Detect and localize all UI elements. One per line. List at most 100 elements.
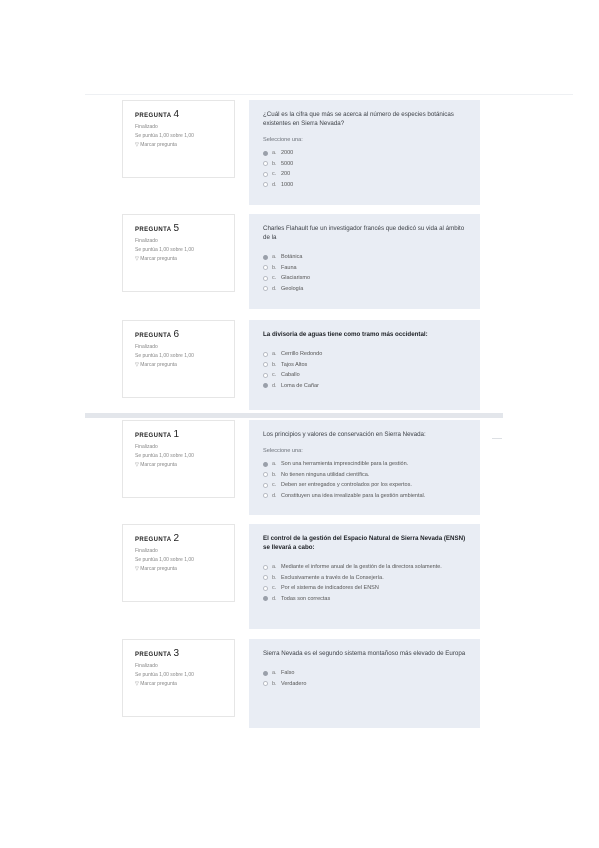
- radio-button[interactable]: [263, 681, 268, 687]
- answer-option[interactable]: b. Fauna: [263, 263, 468, 274]
- option-letter: b.: [272, 160, 277, 167]
- answer-option[interactable]: c. Deben ser entregados y controlados por…: [263, 480, 468, 491]
- radio-button[interactable]: [263, 265, 268, 271]
- radio-button[interactable]: [263, 275, 268, 281]
- flag-question-link[interactable]: ▽ Marcar pregunta: [135, 680, 224, 689]
- question-score: Se puntúa 1,00 sobre 1,00: [135, 557, 194, 563]
- radio-button[interactable]: [263, 383, 268, 389]
- radio-button[interactable]: [263, 372, 268, 378]
- answer-prompt: Seleccione una:: [263, 137, 303, 143]
- question-text: Sierra Nevada es el segundo sistema mont…: [263, 650, 466, 657]
- option-letter: b.: [272, 574, 277, 581]
- radio-button[interactable]: [263, 150, 268, 156]
- flag-question-label: Marcar pregunta: [140, 462, 177, 468]
- radio-button[interactable]: [263, 472, 268, 478]
- answer-option[interactable]: c. Por el sistema de indicadores del ENSN: [263, 583, 468, 594]
- radio-button[interactable]: [263, 585, 268, 591]
- radio-button[interactable]: [263, 254, 268, 260]
- answer-list: a. 2000 b. 5000 c. 200 d. 1000: [263, 148, 468, 190]
- answer-option[interactable]: d. 1000: [263, 180, 468, 191]
- option-text: Verdadero: [281, 680, 307, 687]
- option-text: Deben ser entregados y controlados por l…: [281, 482, 412, 489]
- answer-option[interactable]: d. Todas son correctas: [263, 594, 468, 605]
- flag-question-label: Marcar pregunta: [140, 566, 177, 572]
- answer-option[interactable]: d. Constituyen una idea irrealizable para…: [263, 491, 468, 502]
- question-text: ¿Cuál es la cifra que más se acerca al n…: [263, 111, 454, 127]
- question-label: PREGUNTA 3: [135, 648, 224, 659]
- answer-option[interactable]: b. Verdadero: [263, 679, 468, 690]
- flag-question-link[interactable]: ▽ Marcar pregunta: [135, 565, 224, 574]
- question-label: PREGUNTA 2: [135, 533, 224, 544]
- answer-option[interactable]: d. Geología: [263, 284, 468, 295]
- answer-option[interactable]: a. Mediante el informe anual de la gestió…: [263, 562, 468, 573]
- flag-question-link[interactable]: ▽ Marcar pregunta: [135, 361, 224, 370]
- question-text: La divisoria de aguas tiene como tramo m…: [263, 331, 428, 338]
- answer-option[interactable]: b. Tajos Altos: [263, 360, 468, 371]
- option-text: 5000: [281, 160, 294, 167]
- radio-button[interactable]: [263, 564, 268, 570]
- answer-option[interactable]: c. 200: [263, 169, 468, 180]
- page-break-divider: [85, 413, 503, 418]
- question-content-panel: Charles Flahault fue un investigador fra…: [249, 214, 480, 309]
- question-label: PREGUNTA 1: [135, 429, 224, 440]
- question-label: PREGUNTA 6: [135, 329, 224, 340]
- radio-button[interactable]: [263, 182, 268, 188]
- option-text: Todas son correctas: [281, 595, 331, 602]
- answer-option[interactable]: a. 2000: [263, 148, 468, 159]
- radio-button[interactable]: [263, 482, 268, 488]
- flag-question-label: Marcar pregunta: [140, 681, 177, 687]
- answer-option[interactable]: b. 5000: [263, 159, 468, 170]
- question-status: Finalizado: [135, 344, 158, 350]
- answer-list: a. Cerrillo Redondo b. Tajos Altos c. Caballo…: [263, 349, 468, 391]
- option-letter: c.: [272, 585, 277, 592]
- question-info-panel: PREGUNTA 1 Finalizado Se puntúa 1,00 sobre …: [122, 420, 235, 498]
- radio-button[interactable]: [263, 171, 268, 177]
- flag-question-link[interactable]: ▽ Marcar pregunta: [135, 255, 224, 264]
- radio-button[interactable]: [263, 596, 268, 602]
- question-info-panel: PREGUNTA 2 Finalizado Se puntúa 1,00 sobre …: [122, 524, 235, 602]
- answer-list: a. Son una herramienta imprescindible par…: [263, 459, 468, 501]
- radio-button[interactable]: [263, 670, 268, 676]
- option-letter: b.: [272, 361, 277, 368]
- radio-button[interactable]: [263, 351, 268, 357]
- option-text: 200: [281, 171, 291, 178]
- option-text: Caballo: [281, 372, 300, 379]
- option-letter: b.: [272, 264, 277, 271]
- option-text: Son una herramienta imprescindible para …: [281, 461, 409, 468]
- question-label-text: PREGUNTA: [135, 333, 172, 339]
- answer-option[interactable]: a. Botánica: [263, 252, 468, 263]
- answer-option[interactable]: a. Falso: [263, 668, 468, 679]
- radio-button[interactable]: [263, 493, 268, 499]
- answer-option[interactable]: a. Cerrillo Redondo: [263, 349, 468, 360]
- question-content-panel: Los principios y valores de conservación…: [249, 420, 480, 515]
- option-text: Constituyen una idea irrealizable para l…: [281, 492, 426, 499]
- option-letter: d.: [272, 382, 277, 389]
- flag-question-link[interactable]: ▽ Marcar pregunta: [135, 461, 224, 470]
- option-text: No tienen ninguna utilidad científica.: [281, 471, 370, 478]
- radio-button[interactable]: [263, 161, 268, 167]
- answer-option[interactable]: b. No tienen ninguna utilidad científica.: [263, 470, 468, 481]
- option-text: Cerrillo Redondo: [281, 351, 323, 358]
- flag-question-link[interactable]: ▽ Marcar pregunta: [135, 141, 224, 150]
- answer-option[interactable]: b. Exclusivamente a través de la Consejer…: [263, 573, 468, 584]
- option-text: Botánica: [281, 254, 303, 261]
- option-letter: b.: [272, 680, 277, 687]
- option-letter: c.: [272, 372, 277, 379]
- radio-button[interactable]: [263, 461, 268, 467]
- question-number: 1: [173, 429, 180, 440]
- option-letter: a.: [272, 461, 277, 468]
- answer-option[interactable]: c. Caballo: [263, 370, 468, 381]
- radio-button[interactable]: [263, 362, 268, 368]
- answer-option[interactable]: d. Loma de Cañar: [263, 381, 468, 392]
- radio-button[interactable]: [263, 286, 268, 292]
- option-letter: c.: [272, 275, 277, 282]
- option-letter: c.: [272, 171, 277, 178]
- top-divider: [85, 94, 573, 95]
- radio-button[interactable]: [263, 575, 268, 581]
- question-text: El control de la gestión del Espacio Nat…: [263, 535, 466, 551]
- flag-question-label: Marcar pregunta: [140, 256, 177, 262]
- answer-option[interactable]: c. Glaciarismo: [263, 273, 468, 284]
- answer-option[interactable]: a. Son una herramienta imprescindible par…: [263, 459, 468, 470]
- question-content-panel: Sierra Nevada es el segundo sistema mont…: [249, 639, 480, 728]
- question-number: 3: [173, 648, 180, 659]
